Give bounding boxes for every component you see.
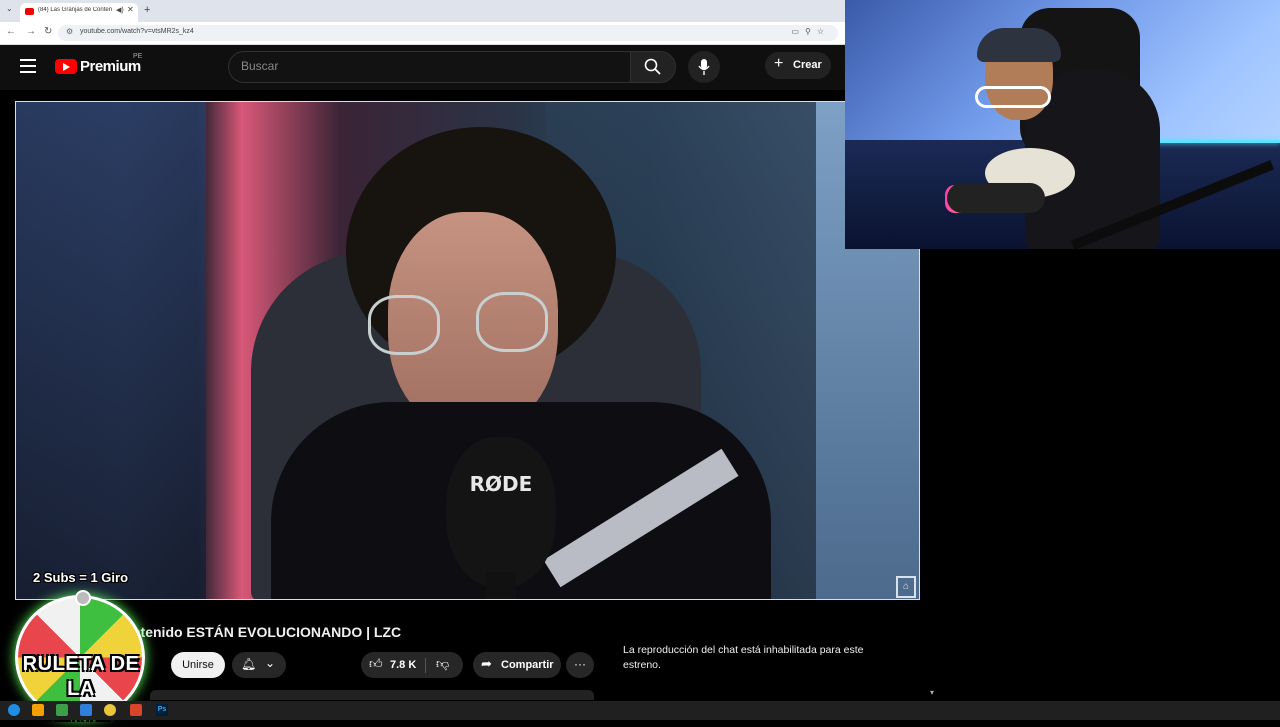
taskbar-app-icon[interactable] (130, 704, 142, 716)
like-divider (425, 658, 426, 673)
forward-arrow-icon[interactable]: → (26, 26, 36, 37)
webcam-overlay (845, 0, 1280, 249)
chevron-down-icon: ⌄ (265, 656, 276, 670)
logo-region: PE (133, 53, 143, 60)
video-title: ntenido ESTÁN EVOLUCIONANDO | LZC (132, 624, 402, 640)
webcam-person-cap (977, 28, 1061, 62)
thumbs-up-icon[interactable]: 👍︎ (369, 656, 383, 672)
chat-scroll-down-icon[interactable]: ▾ (930, 688, 934, 697)
roulette-title-line1: RULETA DE LA (22, 653, 140, 700)
more-actions-button[interactable]: ··· (566, 652, 594, 678)
url-text: youtube.com/watch?v=vtsMR2s_kz4 (80, 28, 194, 35)
channel-watermark-icon[interactable]: ⌂ (896, 576, 916, 598)
logo-text: Premium (80, 58, 141, 75)
webcam-glasses (975, 86, 1051, 108)
video-bg-shelf-left (16, 102, 206, 599)
taskbar-app-icon[interactable] (80, 704, 92, 716)
browser-tab[interactable]: (84) Las Granjas de Conten ◀) ✕ (20, 3, 138, 22)
create-button[interactable]: + Crear (765, 52, 831, 79)
video-microphone-stem (486, 572, 516, 599)
new-tab-plus-icon[interactable]: + (144, 4, 150, 16)
description-box[interactable] (150, 690, 594, 700)
wheel-pointer-icon (75, 590, 91, 606)
webcam-led-strip (1145, 140, 1280, 143)
microphone-icon (698, 59, 710, 75)
join-button[interactable]: Unirse (171, 652, 225, 678)
taskbar-app-icon[interactable] (56, 704, 68, 716)
back-arrow-icon[interactable]: ← (6, 26, 16, 37)
search-input[interactable]: Buscar (228, 51, 632, 83)
video-player[interactable]: RØDE ⌂ (15, 101, 920, 600)
search-button[interactable] (630, 51, 676, 83)
close-tab-icon[interactable]: ✕ (127, 5, 134, 14)
microphone-brand: RØDE (469, 472, 533, 496)
chat-disabled-message: La reproducción del chat está inhabilita… (623, 644, 864, 671)
youtube-header: Premium PE Buscar + Crear (0, 45, 845, 90)
omnibox-actions[interactable]: ▭⚲☆ (791, 27, 830, 36)
voice-search-button[interactable] (688, 51, 720, 83)
search-placeholder: Buscar (241, 59, 279, 73)
browser-nav-bar: ← → ↻ ⚙ youtube.com/watch?v=vtsMR2s_kz4 … (0, 22, 845, 45)
address-bar[interactable]: ⚙ youtube.com/watch?v=vtsMR2s_kz4 ▭⚲☆ (58, 25, 838, 41)
notifications-button[interactable]: 🔔︎ ⌄ (232, 652, 286, 678)
chrome-icon[interactable] (104, 704, 116, 716)
subs-per-spin: 2 Subs = 1 Giro (33, 570, 129, 585)
youtube-favicon-icon (25, 8, 34, 15)
system-tray[interactable] (1232, 704, 1272, 716)
like-count: 7.8 K (390, 659, 417, 671)
search-icon (644, 58, 661, 75)
video-glasses-left (368, 295, 440, 355)
thumbs-down-icon[interactable]: 👎︎ (436, 656, 449, 672)
site-info-icon[interactable]: ⚙ (66, 27, 73, 36)
photoshop-icon[interactable]: Ps (156, 704, 168, 716)
video-microphone (446, 437, 556, 587)
plus-icon: + (774, 55, 784, 72)
share-button[interactable]: ➦ Compartir (473, 652, 561, 678)
video-glasses-right (476, 292, 548, 352)
speaker-icon[interactable]: ◀) (116, 6, 124, 14)
youtube-play-icon (55, 59, 77, 74)
webcam-microphone (947, 183, 1045, 213)
like-dislike-bar: 👍︎ 7.8 K 👎︎ (361, 652, 463, 678)
tab-title: (84) Las Granjas de Conten (38, 7, 113, 13)
windows-start-icon[interactable] (8, 704, 20, 716)
share-label: Compartir (501, 659, 554, 671)
reload-icon[interactable]: ↻ (44, 26, 52, 37)
share-arrow-icon: ➦ (481, 656, 492, 671)
os-taskbar: Ps (0, 701, 1280, 720)
tab-search-chevron-icon[interactable]: ⌄ (6, 4, 13, 13)
browser-tab-bar: ⌄ (84) Las Granjas de Conten ◀) ✕ + (0, 0, 845, 22)
create-label: Crear (793, 59, 822, 71)
bell-icon: 🔔︎ (241, 657, 257, 671)
hamburger-menu-icon[interactable] (20, 59, 36, 73)
taskbar-app-icon[interactable] (32, 704, 44, 716)
